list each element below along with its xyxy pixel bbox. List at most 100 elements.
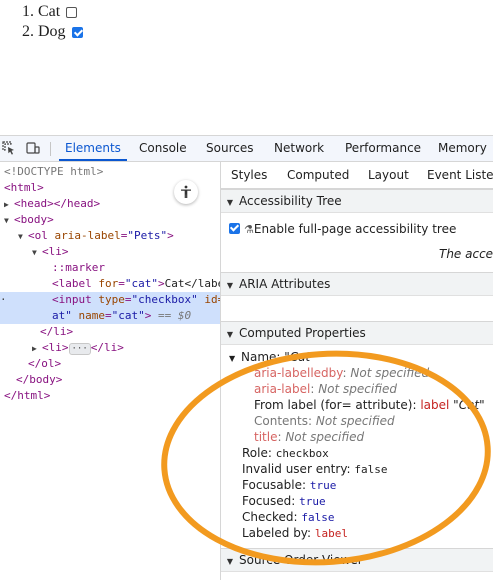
labeled-by-key: Labeled by: xyxy=(242,526,315,540)
dom-node-label[interactable]: <label for="cat">Cat</labe xyxy=(52,276,220,292)
dom-node-body[interactable]: ▼ <body> xyxy=(4,212,54,228)
list-number: 2. xyxy=(22,23,34,40)
tab-performance[interactable]: Performance xyxy=(339,136,427,161)
ol-close-tag: </ol> xyxy=(28,357,62,370)
dog-checkbox[interactable] xyxy=(71,26,83,38)
section-source-order-viewer[interactable]: ▼ Source Order Viewer xyxy=(221,548,493,572)
collapse-arrow-icon: ▼ xyxy=(226,281,234,290)
section-aria-attributes[interactable]: ▼ ARIA Attributes xyxy=(221,272,493,296)
title-key: title xyxy=(254,430,278,444)
focused-value: true xyxy=(299,495,326,508)
cat-label[interactable]: Cat xyxy=(38,2,60,22)
tab-event-listeners[interactable]: Event Listen xyxy=(427,162,493,188)
tab-layout[interactable]: Layout xyxy=(368,162,409,188)
title-value: Not specified xyxy=(285,430,365,444)
tab-elements[interactable]: Elements xyxy=(59,136,127,161)
labeled-by-row: Labeled by: label xyxy=(242,525,348,542)
name-source-contents: Contents: Not specified xyxy=(254,414,395,428)
attr-value: "Pets" xyxy=(127,229,168,242)
pets-list: 1. Cat 2. Dog xyxy=(22,2,83,42)
section-title: ARIA Attributes xyxy=(239,277,331,291)
accessibility-tree-toggle-button[interactable] xyxy=(174,180,198,204)
dom-node-ol[interactable]: ▼ <ol aria-label="Pets"> xyxy=(18,228,174,244)
invalid-value: false xyxy=(354,463,388,476)
li-close-tag: </li> xyxy=(90,341,124,354)
enable-full-page-checkbox[interactable] xyxy=(229,223,240,234)
body-close-tag: </body> xyxy=(16,373,63,386)
checked-key: Checked: xyxy=(242,510,302,524)
collapse-arrow-icon[interactable]: ▼ xyxy=(18,229,28,245)
labeled-by-value[interactable]: label xyxy=(315,527,348,540)
collapse-arrow-icon: ▼ xyxy=(229,354,236,363)
tab-computed[interactable]: Computed xyxy=(287,162,349,188)
section-computed-properties[interactable]: ▼ Computed Properties xyxy=(221,321,493,345)
list-number: 1. xyxy=(22,3,34,20)
dom-node-marker[interactable]: ::marker xyxy=(52,260,105,276)
dom-node-li-collapsed[interactable]: ▶ <li> ··· </li> xyxy=(32,340,124,356)
collapse-arrow-icon: ▼ xyxy=(226,330,234,339)
ol-tag: <ol xyxy=(28,229,48,242)
dom-tree: <!DOCTYPE html> <html> ▶ <head></head> ▼ <… xyxy=(0,162,220,580)
focusable-key: Focusable: xyxy=(242,478,310,492)
input-close: > xyxy=(144,309,152,322)
attr-name: for xyxy=(98,277,119,290)
enable-full-page-a11y-row[interactable]: ⚗Enable full-page accessibility tree xyxy=(229,221,456,238)
section-title: Computed Properties xyxy=(239,326,366,340)
contents-key: Contents xyxy=(254,414,308,428)
dom-node-html-close[interactable]: </html> xyxy=(4,388,50,404)
focused-row: Focused: true xyxy=(242,493,326,510)
labelledby-value: Not specified xyxy=(350,366,430,380)
dom-node-ol-close[interactable]: </ol> xyxy=(28,356,61,372)
dom-node-input-selected-cont[interactable]: at" name="cat"> == $0 xyxy=(0,308,220,324)
tab-memory[interactable]: Memory xyxy=(432,136,493,161)
html-tag: <html> xyxy=(4,181,44,194)
cat-checkbox[interactable] xyxy=(66,6,78,18)
expand-arrow-icon[interactable]: ▶ xyxy=(32,341,42,357)
from-label-key: From label (for= attribute): xyxy=(254,398,421,412)
collapse-arrow-icon[interactable]: ▼ xyxy=(32,245,42,261)
attr-value: "checkbox" xyxy=(131,293,198,306)
focused-key: Focused: xyxy=(242,494,300,508)
from-label-value: "Cat" xyxy=(453,398,485,412)
collapse-arrow-icon[interactable]: ▼ xyxy=(4,213,14,229)
from-label-tag[interactable]: label xyxy=(420,398,449,412)
ellipsis-button[interactable]: ··· xyxy=(68,343,91,355)
dom-node-head[interactable]: ▶ <head></head> xyxy=(4,196,100,212)
li-tag: <li> xyxy=(42,245,69,258)
tab-styles[interactable]: Styles xyxy=(231,162,267,188)
attr-value: at" xyxy=(52,309,72,322)
body-tag: <body> xyxy=(14,213,54,226)
tab-network[interactable]: Network xyxy=(268,136,330,161)
dom-node-input-selected[interactable]: ·<input type="checkbox" id= xyxy=(0,292,220,308)
inspect-icon[interactable] xyxy=(2,141,16,155)
head-tag: <head></head> xyxy=(14,197,101,210)
enable-full-page-label: Enable full-page accessibility tree xyxy=(253,222,457,236)
focusable-row: Focusable: true xyxy=(242,477,336,494)
attr-value: "cat" xyxy=(111,309,145,322)
role-row: Role: checkbox xyxy=(242,445,329,462)
devtools-panel: Elements Console Sources Network Perform… xyxy=(0,135,493,580)
list-item-cat: 1. Cat xyxy=(22,2,83,22)
checked-value: false xyxy=(301,511,335,524)
tab-sources[interactable]: Sources xyxy=(200,136,259,161)
role-value: checkbox xyxy=(275,447,329,460)
dom-node-html[interactable]: <html> xyxy=(4,180,44,196)
checked-row: Checked: false xyxy=(242,509,334,526)
name-key: Name: xyxy=(241,350,285,364)
marker-pseudo: ::marker xyxy=(52,261,105,274)
attr-name: name xyxy=(78,309,106,322)
dom-node-body-close[interactable]: </body> xyxy=(16,372,62,388)
accessibility-icon xyxy=(181,185,191,198)
devtools-tabbar: Elements Console Sources Network Perform… xyxy=(0,136,493,162)
truncated-note: The acces xyxy=(439,247,493,261)
tab-console[interactable]: Console xyxy=(133,136,193,161)
dom-node-li[interactable]: ▼ <li> xyxy=(32,244,69,260)
expand-arrow-icon[interactable]: ▶ xyxy=(4,197,14,213)
section-accessibility-tree[interactable]: ▼ Accessibility Tree xyxy=(221,189,493,213)
invalid-key: Invalid user entry: xyxy=(242,462,355,476)
label-tag: <label xyxy=(52,277,92,290)
dom-node-doctype[interactable]: <!DOCTYPE html> xyxy=(4,164,103,180)
device-toolbar-icon[interactable] xyxy=(26,141,40,155)
dog-label[interactable]: Dog xyxy=(38,22,66,42)
dom-node-li-close[interactable]: </li> xyxy=(40,324,73,340)
